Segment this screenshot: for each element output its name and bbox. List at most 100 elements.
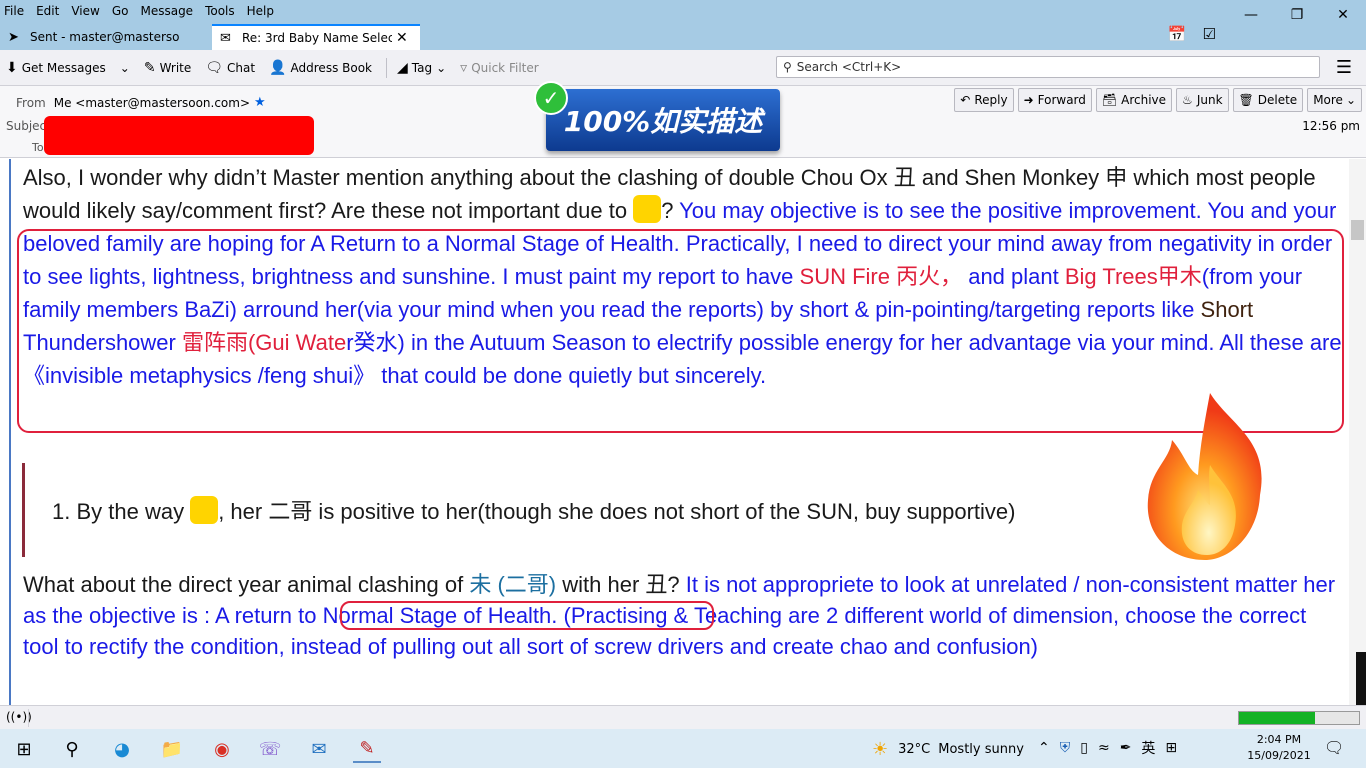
delete-button[interactable]: 🗑 Delete xyxy=(1232,88,1304,112)
envelope-icon: ✉ xyxy=(220,30,231,46)
archive-label: Archive xyxy=(1121,93,1167,107)
progress-fill xyxy=(1239,712,1315,724)
redaction-block xyxy=(44,116,314,155)
status-bar: ((•)) xyxy=(0,705,1366,729)
tab-strip-tools: 📅 ☑ xyxy=(1168,25,1216,43)
menu-go[interactable]: Go xyxy=(112,4,129,18)
pen-icon[interactable]: ✒ xyxy=(1120,740,1132,756)
chrome-icon[interactable]: ◉ xyxy=(208,735,236,763)
shield-icon[interactable]: ⛨ xyxy=(1060,740,1071,756)
tab-message[interactable]: ✉ Re: 3rd Baby Name Selection ✕ xyxy=(212,24,420,50)
more-label: More xyxy=(1313,93,1343,107)
viber-icon[interactable]: ☏ xyxy=(256,735,284,763)
tag-button[interactable]: ◢ Tag ⌄ xyxy=(397,60,446,76)
weather-widget[interactable]: ☀ 32°C Mostly sunny xyxy=(872,739,1024,760)
notification-icon[interactable]: 🗨 xyxy=(1324,738,1344,757)
menu-message[interactable]: Message xyxy=(140,4,193,18)
message-actions: ↶ Reply ➜ Forward 🗃 Archive ♨ Junk 🗑 Delete M… xyxy=(954,88,1362,112)
keyboard-layout-icon[interactable]: ⊞ xyxy=(1165,740,1177,756)
edge-browser-icon[interactable]: ◕ xyxy=(108,735,136,763)
chat-label: Chat xyxy=(227,60,256,75)
progress-bar xyxy=(1238,711,1360,725)
message-time: 12:56 pm xyxy=(1302,119,1360,133)
filter-icon: ▿ xyxy=(460,59,468,76)
vertical-scrollbar[interactable] xyxy=(1349,159,1366,705)
more-button[interactable]: More ⌄ xyxy=(1307,88,1362,112)
chevron-down-icon: ⌄ xyxy=(436,60,447,75)
chevron-up-icon[interactable]: ⌃ xyxy=(1038,740,1050,756)
archive-button[interactable]: 🗃 Archive xyxy=(1095,88,1173,112)
badge-text: 100%如实描述 xyxy=(563,105,763,138)
window-controls: — ❐ ✕ xyxy=(1228,0,1366,23)
list-item: 1. By the way , her 二哥 is positive to he… xyxy=(52,495,1015,529)
sun-icon: ☀ xyxy=(872,739,889,760)
highlight-mark xyxy=(633,195,662,223)
restore-icon[interactable]: ❐ xyxy=(1274,0,1320,23)
wifi-icon[interactable]: ≈ xyxy=(1098,740,1110,756)
thunderbird-icon[interactable]: ✉ xyxy=(305,735,333,763)
menu-file[interactable]: File xyxy=(4,4,24,18)
menu-tools[interactable]: Tools xyxy=(205,4,235,18)
paper-plane-icon: ➤ xyxy=(8,29,19,45)
tasks-icon[interactable]: ☑ xyxy=(1203,25,1216,43)
system-clock[interactable]: 2:04 PM 15/09/2021 xyxy=(1247,732,1311,764)
from-label: From xyxy=(16,95,46,110)
tab-sent[interactable]: ➤ Sent - master@mastersoon.com xyxy=(0,24,210,50)
menu-bar: File Edit View Go Message Tools Help — ❐… xyxy=(0,0,1366,23)
address-book-button[interactable]: 👤 Address Book xyxy=(269,60,372,76)
archive-icon: 🗃 xyxy=(1101,93,1118,107)
forward-label: Forward xyxy=(1037,93,1086,107)
pencil-icon: ✎ xyxy=(143,59,156,76)
forward-icon: ➜ xyxy=(1023,93,1034,107)
toolbar-separator xyxy=(386,57,387,78)
quick-filter-button[interactable]: ▿ Quick Filter xyxy=(460,60,539,76)
battery-icon[interactable]: ▯ xyxy=(1080,740,1088,756)
search-icon[interactable]: ⚲ xyxy=(58,735,86,763)
from-value[interactable]: Me <master@mastersoon.com> xyxy=(54,96,250,110)
app-menu-icon[interactable]: ☰ xyxy=(1336,57,1352,78)
junk-button[interactable]: ♨ Junk xyxy=(1176,88,1229,112)
tag-icon: ◢ xyxy=(397,59,408,76)
status-divider xyxy=(28,709,1236,727)
list-item-text-a: 1. By the way xyxy=(52,499,191,524)
p2-question-a: What about the direct year animal clashi… xyxy=(23,572,470,597)
delete-label: Delete xyxy=(1257,93,1298,107)
menu-view[interactable]: View xyxy=(71,4,99,18)
ime-language[interactable]: 英 xyxy=(1141,738,1155,758)
fire-icon xyxy=(1147,393,1262,560)
get-messages-dropdown[interactable]: ⌄ xyxy=(120,61,130,75)
star-icon[interactable]: ★ xyxy=(254,95,266,110)
menu-help[interactable]: Help xyxy=(247,4,274,18)
system-tray: ⌃ ⛨ ▯ ≈ ✒ 英 ⊞ xyxy=(1038,738,1177,758)
close-tab-icon[interactable]: ✕ xyxy=(396,30,408,46)
junk-label: Junk xyxy=(1196,93,1223,107)
tab-label: Re: 3rd Baby Name Selection xyxy=(242,31,392,45)
scrollbar-thumb[interactable] xyxy=(1351,220,1364,240)
editor-app-icon[interactable]: ✎ xyxy=(353,735,381,763)
tab-label: Sent - master@mastersoon.com xyxy=(30,30,180,44)
address-book-label: Address Book xyxy=(290,60,372,75)
checkmark-icon: ✓ xyxy=(534,81,568,115)
get-messages-button[interactable]: ⬇ Get Messages xyxy=(6,60,106,76)
chat-icon: 🗨 xyxy=(205,59,224,76)
write-button[interactable]: ✎ Write xyxy=(144,60,191,76)
close-window-icon[interactable]: ✕ xyxy=(1320,0,1366,23)
forward-button[interactable]: ➜ Forward xyxy=(1017,88,1092,112)
clock-date: 15/09/2021 xyxy=(1247,749,1311,762)
reply-button[interactable]: ↶ Reply xyxy=(954,88,1014,112)
menu-edit[interactable]: Edit xyxy=(36,4,59,18)
authenticity-badge: 100%如实描述 xyxy=(546,89,780,151)
search-input[interactable]: ⚲ Search <Ctrl+K> xyxy=(776,56,1320,78)
file-explorer-icon[interactable]: 📁 xyxy=(158,735,186,763)
chevron-down-icon: ⌄ xyxy=(1345,93,1356,107)
reply-label: Reply xyxy=(974,93,1008,107)
p2-question-b: with her 丑? xyxy=(556,572,686,597)
windows-start-icon[interactable]: ⊞ xyxy=(10,735,38,763)
calendar-icon[interactable]: 📅 xyxy=(1168,25,1187,43)
highlight-mark xyxy=(190,496,219,524)
get-messages-label: Get Messages xyxy=(21,60,106,75)
windows-taskbar: ⊞ ⚲ ◕ 📁 ◉ ☏ ✉ ✎ ☀ 32°C Mostly sunny ⌃ ⛨ … xyxy=(0,729,1366,768)
address-book-icon: 👤 xyxy=(269,59,287,76)
minimize-icon[interactable]: — xyxy=(1228,0,1274,23)
chat-button[interactable]: 🗨 Chat xyxy=(205,60,255,76)
